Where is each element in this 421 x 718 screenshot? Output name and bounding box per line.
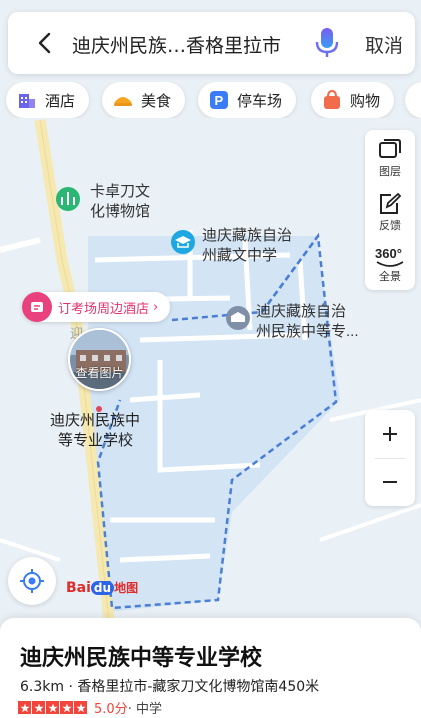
rating-stars (18, 701, 88, 714)
selected-place-label-line1: 迪庆州民族中 (50, 412, 140, 429)
panorama-badge: 360° (375, 246, 402, 261)
star-icon (46, 701, 59, 714)
svg-text:P: P (215, 93, 224, 108)
layers-button[interactable]: 图层 (365, 132, 415, 182)
place-distance-address: 6.3km · 香格里拉市-藏家刀文化博物馆南450米 (20, 679, 320, 695)
place-category: · 中学 (127, 702, 162, 717)
chevron-right-icon: › (153, 299, 159, 315)
category-chip-food[interactable]: 美食 (102, 82, 186, 118)
place-info-card[interactable]: 迪庆州民族中等专业学校 6.3km · 香格里拉市-藏家刀文化博物馆南450米 … (0, 618, 421, 718)
photo-caption: 查看图片 (75, 366, 124, 380)
zoom-controls (365, 410, 415, 506)
category-chip-parking[interactable]: P 停车场 (198, 82, 297, 118)
vocational-label-line1: 迪庆藏族自治 (256, 303, 346, 320)
food-icon (114, 97, 132, 106)
museum-label-line2: 化博物馆 (90, 203, 150, 220)
zoom-in-button[interactable] (365, 410, 415, 458)
category-label: 酒店 (45, 91, 76, 110)
hotel-promo-pin[interactable]: 订考场周边酒店 › (22, 292, 171, 322)
cancel-button[interactable]: 取消 (365, 31, 403, 58)
vocational-label-line2: 州民族中等专... (256, 322, 359, 340)
layers-label: 图层 (379, 165, 401, 178)
search-query[interactable]: 迪庆州民族…香格里拉市 (72, 31, 281, 58)
feedback-label: 反馈 (379, 219, 401, 232)
hotel-icon (19, 94, 35, 108)
star-icon (74, 701, 87, 714)
locate-target-icon (20, 569, 44, 593)
rating-score: 5.0分 (94, 702, 128, 717)
baidu-map-logo: Bai du 地图 (66, 580, 139, 596)
microphone-icon[interactable] (313, 26, 341, 60)
locate-me-button[interactable] (8, 557, 56, 605)
category-label: 购物 (350, 91, 381, 110)
feedback-button[interactable]: 反馈 (365, 186, 415, 236)
selected-place-label-line2: 等专业学校 (58, 431, 133, 449)
category-chip-more[interactable] (405, 82, 421, 118)
star-icon (60, 701, 73, 714)
panorama-360-icon: 360° (375, 246, 404, 267)
place-name: 迪庆州民族中等专业学校 (20, 646, 263, 671)
back-arrow-icon[interactable] (32, 30, 58, 56)
category-label: 美食 (141, 91, 172, 110)
hotel-ticket-icon (22, 292, 52, 322)
rating-row: 5.0分 · 中学 (18, 698, 162, 717)
museum-label-line1: 卡卓刀文 (90, 183, 150, 200)
star-icon (18, 701, 31, 714)
star-icon (32, 701, 45, 714)
panorama-button[interactable]: 360° 全景 (365, 238, 415, 288)
panorama-label: 全景 (379, 270, 401, 283)
search-bar[interactable]: 迪庆州民族…香格里拉市 取消 (8, 12, 415, 74)
plus-icon (383, 427, 397, 441)
category-chip-hotel[interactable]: 酒店 (6, 82, 90, 118)
category-label: 停车场 (237, 91, 283, 110)
view-photo-marker[interactable]: 查看图片 (68, 328, 131, 391)
category-chip-shopping[interactable]: 购物 (311, 82, 395, 118)
shopping-icon (324, 89, 340, 109)
edit-icon (380, 192, 402, 214)
middle-school-label-line2: 州藏文中学 (202, 247, 277, 264)
map-tools-panel: 图层 反馈 360° 全景 (365, 130, 415, 290)
hotel-promo-text: 订考场周边酒店 (58, 301, 150, 317)
middle-school-label-line1: 迪庆藏族自治 (202, 227, 292, 244)
minus-icon (383, 481, 397, 483)
category-chips: 酒店 美食 P 停车场 购物 (0, 82, 421, 118)
zoom-out-button[interactable] (365, 458, 415, 506)
layers-icon (379, 139, 401, 158)
parking-icon: P (210, 91, 228, 109)
